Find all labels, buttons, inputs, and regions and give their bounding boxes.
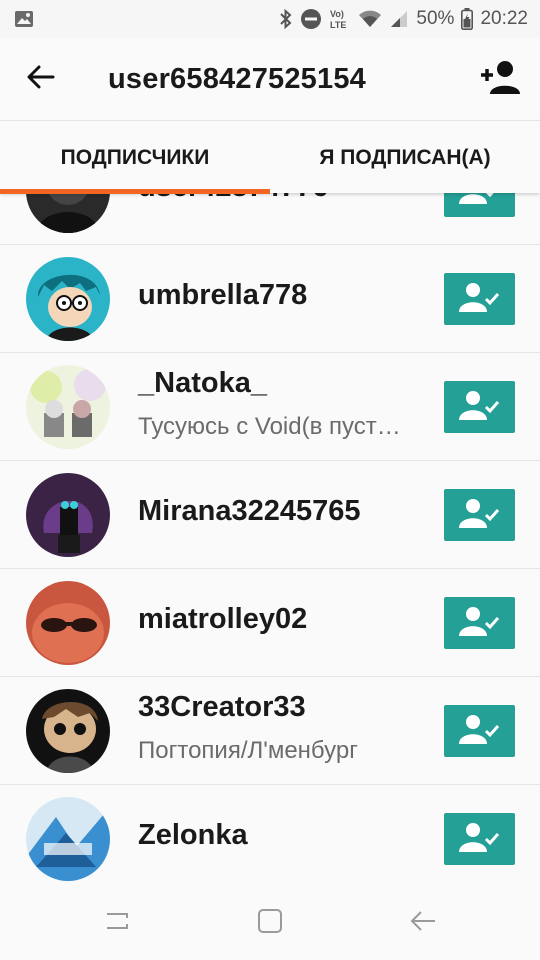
person-check-icon bbox=[458, 822, 501, 857]
tab-followers[interactable]: ПОДПИСЧИКИ bbox=[0, 121, 270, 194]
signal-icon bbox=[389, 9, 409, 29]
battery-icon bbox=[461, 8, 474, 30]
recents-icon bbox=[103, 910, 131, 937]
list-item[interactable]: user42874776 bbox=[0, 193, 540, 245]
list-item[interactable]: Mirana32245765 bbox=[0, 461, 540, 569]
avatar bbox=[26, 257, 110, 341]
svg-text:Vo): Vo) bbox=[330, 9, 344, 19]
follower-name: _Natoka_ bbox=[138, 367, 267, 399]
list-item[interactable]: umbrella778 bbox=[0, 245, 540, 353]
avatar bbox=[26, 689, 110, 773]
add-user-button[interactable] bbox=[460, 38, 540, 120]
follow-back-button[interactable] bbox=[444, 597, 515, 649]
follower-name: 33Creator33 bbox=[138, 691, 306, 723]
follower-name: user42874776 bbox=[138, 193, 328, 204]
tab-bar: ПОДПИСЧИКИ Я ПОДПИСАН(А) bbox=[0, 120, 540, 194]
system-nav-bar bbox=[0, 887, 540, 960]
back-button[interactable] bbox=[0, 38, 82, 120]
status-bar: Vo) LTE 50% 20:22 bbox=[0, 0, 540, 38]
follower-name: Zelonka bbox=[138, 819, 248, 851]
follow-back-button[interactable] bbox=[444, 273, 515, 325]
add-person-icon bbox=[479, 60, 521, 99]
volte-icon: Vo) LTE bbox=[329, 8, 351, 30]
do-not-disturb-icon bbox=[300, 8, 322, 30]
follower-status: Тусуюсь с Void(в пуст… bbox=[138, 413, 401, 440]
clock: 20:22 bbox=[480, 8, 528, 29]
gallery-notification-icon bbox=[14, 10, 34, 28]
arrow-left-icon bbox=[27, 65, 55, 94]
recents-button[interactable] bbox=[77, 894, 157, 954]
follower-name: miatrolley02 bbox=[138, 603, 308, 635]
list-item[interactable]: _Natoka_ Тусуюсь с Void(в пуст… bbox=[0, 353, 540, 461]
follow-back-button[interactable] bbox=[444, 381, 515, 433]
follow-back-button[interactable] bbox=[444, 193, 515, 217]
bluetooth-icon bbox=[279, 9, 293, 29]
follower-name: Mirana32245765 bbox=[138, 495, 361, 527]
svg-text:LTE: LTE bbox=[330, 20, 346, 30]
page-title: user658427525154 bbox=[108, 62, 366, 95]
list-item[interactable]: 33Creator33 Погтопия/Л'менбург bbox=[0, 677, 540, 785]
system-back-button[interactable] bbox=[383, 894, 463, 954]
avatar bbox=[26, 473, 110, 557]
home-icon bbox=[256, 907, 284, 940]
list-item[interactable]: Zelonka bbox=[0, 785, 540, 887]
wifi-icon bbox=[358, 9, 382, 29]
list-item[interactable]: miatrolley02 bbox=[0, 569, 540, 677]
tab-following[interactable]: Я ПОДПИСАН(А) bbox=[270, 121, 540, 194]
app-bar: user658427525154 bbox=[0, 38, 540, 120]
avatar bbox=[26, 581, 110, 665]
followers-list[interactable]: user42874776 umbrella778 bbox=[0, 193, 540, 887]
follower-name: umbrella778 bbox=[138, 279, 308, 311]
person-check-icon bbox=[458, 498, 501, 533]
person-check-icon bbox=[458, 606, 501, 641]
person-check-icon bbox=[458, 714, 501, 749]
avatar bbox=[26, 193, 110, 233]
back-arrow-icon bbox=[409, 909, 437, 938]
person-check-icon bbox=[458, 193, 501, 209]
person-check-icon bbox=[458, 390, 501, 425]
avatar bbox=[26, 365, 110, 449]
avatar bbox=[26, 797, 110, 881]
follower-status: Погтопия/Л'менбург bbox=[138, 737, 358, 764]
battery-percent: 50% bbox=[416, 8, 455, 29]
follow-back-button[interactable] bbox=[444, 813, 515, 865]
home-button[interactable] bbox=[230, 894, 310, 954]
follow-back-button[interactable] bbox=[444, 489, 515, 541]
follow-back-button[interactable] bbox=[444, 705, 515, 757]
person-check-icon bbox=[458, 282, 501, 317]
